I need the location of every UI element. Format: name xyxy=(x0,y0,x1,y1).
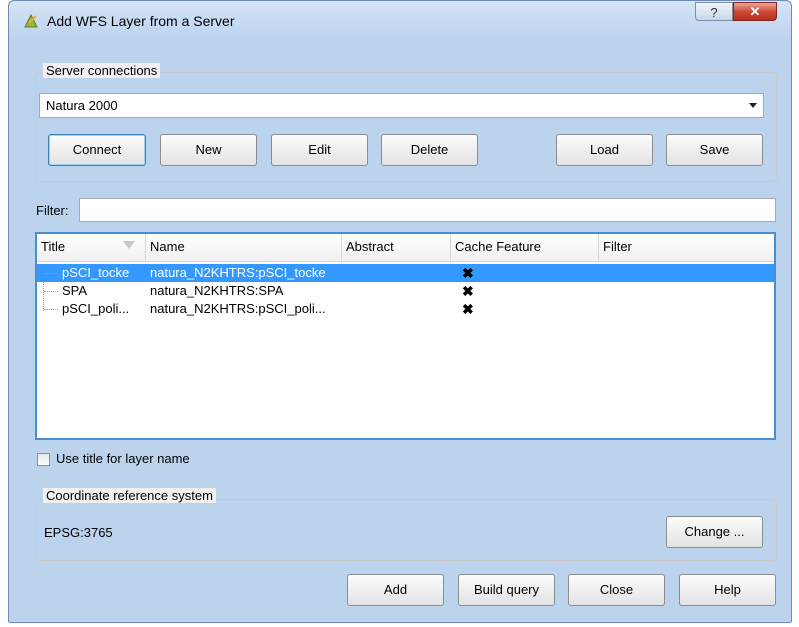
cell-title: pSCI_tocke xyxy=(62,265,130,280)
load-button[interactable]: Load xyxy=(556,134,653,166)
filter-input[interactable] xyxy=(79,198,776,222)
help-title-button[interactable]: ? xyxy=(695,2,733,21)
filter-label: Filter: xyxy=(36,203,69,218)
cell-name: natura_N2KHTRS:SPA xyxy=(150,283,284,298)
table-header: Title Name Abstract Cache Feature Filter xyxy=(37,234,774,262)
sort-indicator-icon xyxy=(123,241,135,249)
column-filter[interactable]: Filter xyxy=(599,234,774,261)
connect-button[interactable]: Connect xyxy=(48,134,146,166)
tree-branch xyxy=(44,273,58,274)
tree-branch xyxy=(44,309,58,310)
table-row[interactable]: pSCI_tocke natura_N2KHTRS:pSCI_tocke ✖ xyxy=(37,264,774,282)
window-title: Add WFS Layer from a Server xyxy=(47,13,235,29)
add-button[interactable]: Add xyxy=(347,574,444,606)
table-row[interactable]: SPA natura_N2KHTRS:SPA ✖ xyxy=(37,282,774,300)
connection-select-value: Natura 2000 xyxy=(46,98,118,113)
title-bar[interactable]: Add WFS Layer from a Server ? ✕ xyxy=(9,1,791,39)
save-button[interactable]: Save xyxy=(666,134,763,166)
cache-feature-check-icon[interactable]: ✖ xyxy=(462,283,474,299)
cache-feature-check-icon[interactable]: ✖ xyxy=(462,301,474,317)
column-title-label: Title xyxy=(41,239,66,254)
connection-select[interactable]: Natura 2000 xyxy=(39,93,764,118)
use-title-checkbox-label[interactable]: Use title for layer name xyxy=(56,451,190,466)
column-name[interactable]: Name xyxy=(146,234,342,261)
crs-value: EPSG:3765 xyxy=(44,525,113,540)
edit-button[interactable]: Edit xyxy=(271,134,368,166)
qgis-app-icon xyxy=(24,13,38,28)
cell-name: natura_N2KHTRS:pSCI_poli... xyxy=(150,301,326,316)
build-query-button[interactable]: Build query xyxy=(458,574,555,606)
column-cache-feature[interactable]: Cache Feature xyxy=(451,234,599,261)
chevron-down-icon xyxy=(749,103,757,108)
cache-feature-check-icon[interactable]: ✖ xyxy=(462,265,474,281)
cell-title: pSCI_poli... xyxy=(62,301,130,316)
delete-button[interactable]: Delete xyxy=(381,134,478,166)
cell-title: SPA xyxy=(62,283,88,298)
help-button[interactable]: Help xyxy=(679,574,776,606)
table-row[interactable]: pSCI_poli... natura_N2KHTRS:pSCI_poli...… xyxy=(37,300,774,318)
close-button[interactable]: Close xyxy=(568,574,665,606)
change-crs-button[interactable]: Change ... xyxy=(666,516,763,548)
column-title[interactable]: Title xyxy=(37,234,146,261)
tree-branch xyxy=(44,291,58,292)
crs-group-label: Coordinate reference system xyxy=(43,488,216,503)
column-abstract[interactable]: Abstract xyxy=(342,234,451,261)
new-button[interactable]: New xyxy=(160,134,257,166)
server-connections-label: Server connections xyxy=(43,63,161,78)
close-title-button[interactable]: ✕ xyxy=(733,2,777,21)
layers-table[interactable]: Title Name Abstract Cache Feature Filter… xyxy=(35,232,776,440)
cell-name: natura_N2KHTRS:pSCI_tocke xyxy=(150,265,326,280)
use-title-checkbox[interactable] xyxy=(37,453,50,466)
